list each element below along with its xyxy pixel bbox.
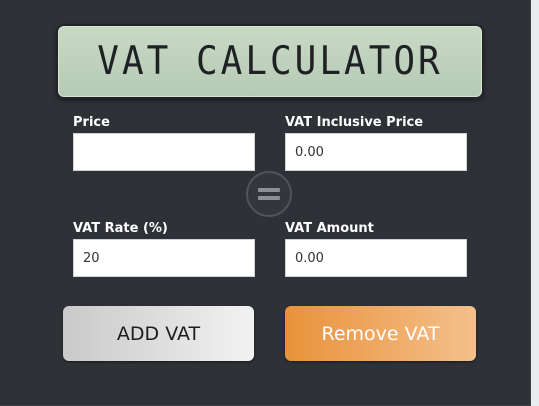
vat-inclusive-price-input[interactable] (285, 133, 467, 171)
vat-amount-label: VAT Amount (285, 221, 374, 236)
remove-vat-button[interactable]: Remove VAT (285, 306, 476, 361)
equals-bars (258, 187, 280, 201)
vat-rate-input[interactable] (73, 239, 255, 277)
page-edge (531, 0, 539, 406)
price-input[interactable] (73, 133, 255, 171)
vat-inclusive-price-label: VAT Inclusive Price (285, 115, 424, 130)
vat-rate-label: VAT Rate (%) (73, 221, 168, 236)
price-label: Price (73, 115, 110, 130)
add-vat-button[interactable]: ADD VAT (63, 306, 254, 361)
calculator-display: VAT CALCULATOR (56, 24, 484, 99)
vat-amount-input[interactable] (285, 239, 467, 277)
display-title: VAT CALCULATOR (97, 38, 443, 85)
vat-calculator-panel: VAT CALCULATOR Price VAT Inclusive Price… (0, 0, 531, 406)
equals-icon (246, 171, 292, 217)
